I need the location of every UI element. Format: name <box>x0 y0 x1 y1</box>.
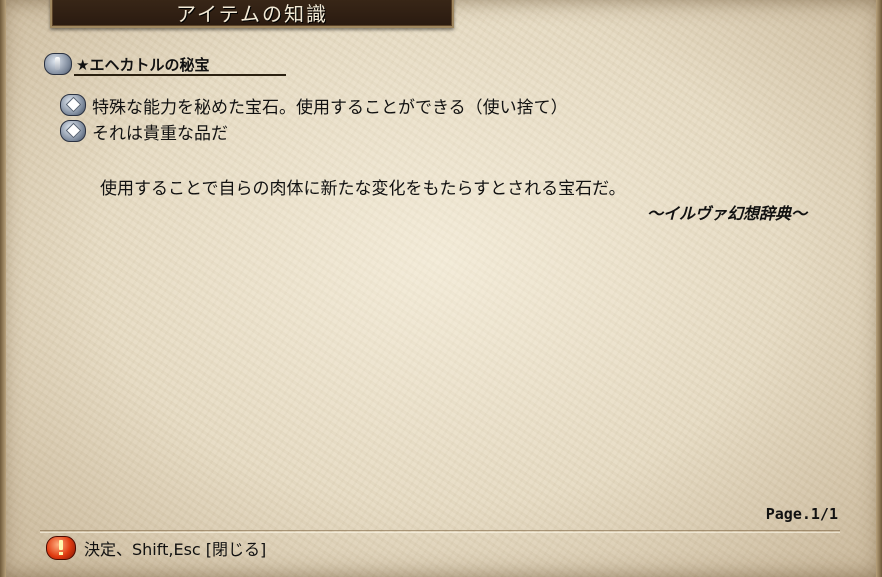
list-item: 特殊な能力を秘めた宝石。使用することができる（使い捨て） <box>60 92 568 118</box>
item-properties-list: 特殊な能力を秘めた宝石。使用することができる（使い捨て） それは貴重な品だ <box>60 92 568 144</box>
diamond-bullet-icon <box>60 94 86 116</box>
description-source: ～イルヴァ幻想辞典～ <box>646 204 807 223</box>
window-left-edge <box>0 0 6 577</box>
footer-hint-text: 決定、Shift,Esc [閉じる] <box>84 540 267 559</box>
item-category-icon <box>44 53 72 75</box>
window-right-edge <box>876 0 882 577</box>
item-header: ★エヘカトルの秘宝 <box>44 53 209 75</box>
property-text: それは貴重な品だ <box>92 123 228 144</box>
parchment-background <box>0 0 882 577</box>
diamond-bullet-icon <box>60 120 86 142</box>
footer-divider <box>40 530 840 531</box>
item-name-underline <box>74 74 286 76</box>
property-text: 特殊な能力を秘めた宝石。使用することができる（使い捨て） <box>92 97 568 118</box>
footer-divider-highlight <box>40 532 840 533</box>
window-title: アイテムの知識 <box>176 2 328 26</box>
page-indicator: Page.1/1 <box>765 505 838 523</box>
title-banner: アイテムの知識 <box>50 0 454 28</box>
item-description: 使用することで自らの肉体に新たな変化をもたらすとされる宝石だ。 <box>100 179 626 199</box>
footer-hint-bar: 決定、Shift,Esc [閉じる] <box>46 536 266 560</box>
list-item: それは貴重な品だ <box>60 118 568 144</box>
item-name: ★エヘカトルの秘宝 <box>76 55 210 74</box>
alert-icon <box>46 536 76 560</box>
